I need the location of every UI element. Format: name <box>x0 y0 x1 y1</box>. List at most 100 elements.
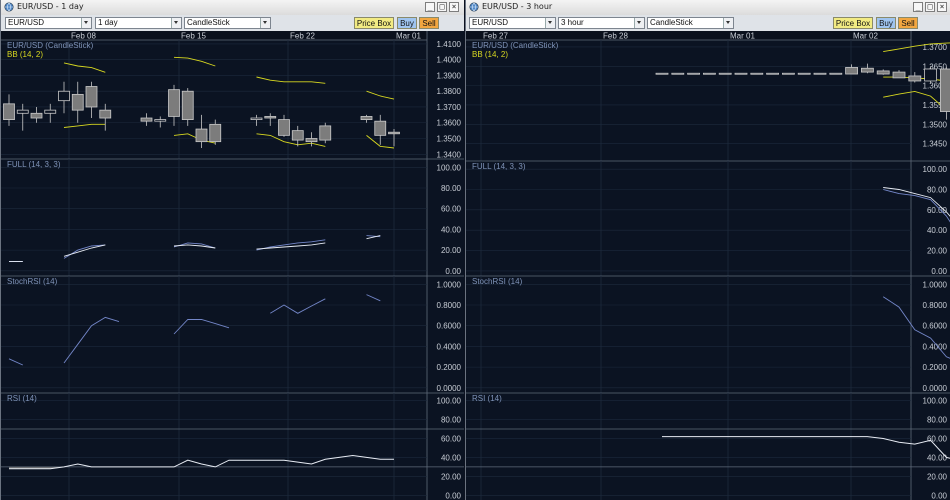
window-title: EUR/USD - 3 hour <box>482 2 553 11</box>
y-tick-label: 0.8000 <box>923 301 948 310</box>
candle-body <box>195 128 208 143</box>
candle-body <box>939 68 950 112</box>
y-tick-label: 20.00 <box>927 472 948 481</box>
chart-style-select[interactable]: CandleStick <box>647 17 734 29</box>
candle-body <box>209 123 222 143</box>
panel-label: BB (14, 2) <box>7 50 43 59</box>
minimize-button[interactable]: _ <box>913 2 923 12</box>
y-tick-label: 1.0000 <box>437 280 462 289</box>
y-tick-label: 20.00 <box>927 247 948 256</box>
panel-label: BB (14, 2) <box>472 50 508 59</box>
sell-button[interactable]: Sell <box>419 17 439 29</box>
y-tick-label: 0.0000 <box>437 384 462 393</box>
maximize-button[interactable]: □ <box>925 2 935 12</box>
y-tick-label: 1.3500 <box>923 120 948 129</box>
y-tick-label: 40.00 <box>441 225 462 234</box>
candle-body <box>44 109 57 114</box>
window-titlebar[interactable]: EUR/USD - 3 hour _ □ × <box>466 0 950 16</box>
x-axis-strip <box>1 31 427 40</box>
chart-window-daily: EUR/USD - 1 day _ □ × EUR/USD 1 day Cand… <box>0 0 464 500</box>
y-tick-label: 1.3450 <box>923 140 948 149</box>
chevron-down-icon <box>81 18 91 28</box>
chart-style-select[interactable]: CandleStick <box>184 17 271 29</box>
y-tick-label: 80.00 <box>927 185 948 194</box>
candle-body <box>750 72 764 75</box>
candle-body <box>734 72 748 75</box>
y-tick-label: 0.00 <box>931 267 947 276</box>
y-tick-label: 1.3700 <box>437 103 462 112</box>
y-tick-label: 100.00 <box>923 397 948 406</box>
panel-label: StochRSI (14) <box>472 277 523 286</box>
minimize-button[interactable]: _ <box>425 2 435 12</box>
buy-button[interactable]: Buy <box>397 17 417 29</box>
y-tick-label: 60.00 <box>441 205 462 214</box>
x-axis-strip <box>466 31 911 40</box>
candle-body <box>829 72 843 75</box>
window-title: EUR/USD - 1 day <box>17 2 84 11</box>
candle-body <box>360 116 373 120</box>
panel-label: RSI (14) <box>7 394 37 403</box>
candle-body <box>3 103 15 120</box>
candle-body <box>655 72 669 75</box>
candle-body <box>181 90 194 120</box>
candle-body <box>781 72 795 75</box>
interval-select[interactable]: 1 day <box>95 17 182 29</box>
chart-area[interactable]: Feb 27 Feb 28 Mar 01 Mar 021.37001.36501.36… <box>466 31 950 500</box>
candle-body <box>718 72 732 75</box>
y-tick-label: 1.3400 <box>437 150 462 159</box>
x-tick-label: Feb 15 <box>181 32 206 41</box>
y-tick-label: 0.00 <box>445 267 461 276</box>
interval-select-value: 3 hour <box>561 18 584 27</box>
price-box-button[interactable]: Price Box <box>833 17 873 29</box>
candle-body <box>99 109 112 119</box>
candle-body <box>892 71 906 79</box>
y-tick-label: 80.00 <box>441 416 462 425</box>
panel-label: EUR/USD (CandleStick) <box>472 41 559 50</box>
candle-body <box>671 72 685 75</box>
y-tick-label: 0.6000 <box>437 322 462 331</box>
candle-body <box>305 138 318 143</box>
chart-area[interactable]: Feb 08 Feb 15 Feb 22 Mar 01 1.4100 1.4000 1.39… <box>1 31 464 500</box>
chevron-down-icon <box>634 18 644 28</box>
chevron-down-icon <box>723 18 733 28</box>
y-tick-label: 60.00 <box>927 434 948 443</box>
panel-label: StochRSI (14) <box>7 277 58 286</box>
chevron-down-icon <box>545 18 555 28</box>
candle-body <box>264 116 277 119</box>
interval-select[interactable]: 3 hour <box>558 17 645 29</box>
close-button[interactable]: × <box>449 2 459 12</box>
y-tick-label: 100.00 <box>437 163 462 172</box>
y-tick-label: 80.00 <box>441 184 462 193</box>
symbol-select-value: EUR/USD <box>472 18 509 27</box>
y-tick-label: 20.00 <box>441 472 462 481</box>
sell-button[interactable]: Sell <box>898 17 918 29</box>
panel-label: RSI (14) <box>472 394 502 403</box>
y-tick-label: 100.00 <box>437 397 462 406</box>
y-tick-label: 1.3600 <box>437 119 462 128</box>
x-tick-label: Mar 01 <box>396 32 421 41</box>
symbol-select[interactable]: EUR/USD <box>469 17 556 29</box>
y-tick-label: 1.4100 <box>437 40 462 49</box>
chart-toolbar: EUR/USD 1 day CandleStick Price Box Buy … <box>1 15 464 32</box>
candle-body <box>702 72 716 75</box>
x-tick-label: Mar 01 <box>730 32 755 41</box>
chart-background <box>466 31 950 500</box>
y-tick-label: 80.00 <box>927 416 948 425</box>
candle-body <box>71 93 84 111</box>
close-button[interactable]: × <box>937 2 947 12</box>
y-tick-label: 0.00 <box>931 491 947 500</box>
interval-select-value: 1 day <box>98 18 118 27</box>
symbol-select-value: EUR/USD <box>8 18 45 27</box>
y-tick-label: 60.00 <box>441 434 462 443</box>
window-titlebar[interactable]: EUR/USD - 1 day _ □ × <box>1 0 464 16</box>
symbol-select[interactable]: EUR/USD <box>5 17 92 29</box>
x-tick-label: Feb 08 <box>71 32 96 41</box>
chevron-down-icon <box>260 18 270 28</box>
buy-button[interactable]: Buy <box>876 17 896 29</box>
maximize-button[interactable]: □ <box>437 2 447 12</box>
x-tick-label: Feb 27 <box>483 32 508 41</box>
y-tick-label: 0.8000 <box>437 301 462 310</box>
price-box-button[interactable]: Price Box <box>354 17 394 29</box>
candle-body <box>250 117 263 120</box>
y-tick-label: 20.00 <box>441 246 462 255</box>
